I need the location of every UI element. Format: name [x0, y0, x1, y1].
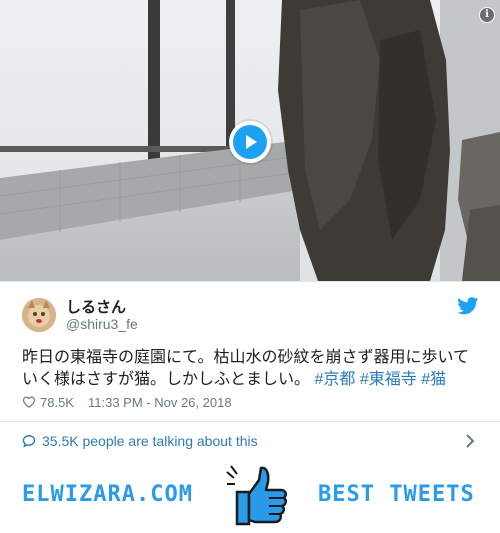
hashtag-cat[interactable]: #猫	[421, 371, 446, 388]
chevron-right-icon	[466, 434, 475, 448]
play-icon-circle	[233, 125, 267, 159]
brand-right-text: BEST TWEETS	[318, 482, 475, 507]
play-icon	[246, 135, 257, 149]
twitter-bird-icon[interactable]	[457, 297, 479, 315]
conversation-link[interactable]: 35.5K people are talking about this	[0, 421, 500, 461]
info-icon[interactable]: i	[479, 7, 495, 23]
display-name[interactable]: しるさん	[66, 296, 126, 317]
speech-bubble-icon	[22, 435, 36, 448]
hashtag-tofukuji[interactable]: #東福寺	[360, 371, 417, 388]
play-button[interactable]	[229, 121, 271, 163]
avatar[interactable]	[22, 298, 56, 332]
heart-icon[interactable]	[22, 396, 36, 408]
talking-label[interactable]: 35.5K people are talking about this	[42, 433, 258, 449]
tweet-text: 昨日の東福寺の庭園にて。枯山水の砂紋を崩さず器用に歩いていく様はさすが猫。しかし…	[22, 347, 484, 391]
tweet-video[interactable]: i	[0, 0, 500, 281]
like-count[interactable]: 78.5K	[40, 395, 74, 410]
brand-banner: ELWIZARA.COM BEST TWEETS	[0, 460, 500, 533]
tweet-timestamp[interactable]: 11:33 PM - Nov 26, 2018	[88, 395, 232, 410]
user-handle[interactable]: @shiru3_fe	[66, 316, 138, 332]
tweet-meta: 78.5K 11:33 PM - Nov 26, 2018	[22, 395, 232, 410]
hashtag-kyoto[interactable]: #京都	[314, 371, 355, 388]
tweet-body: しるさん @shiru3_fe 昨日の東福寺の庭園にて。枯山水の砂紋を崩さず器用…	[0, 281, 500, 422]
brand-left-text: ELWIZARA.COM	[22, 482, 193, 507]
embedded-tweet-card: i しるさん @shiru3_fe 昨日の東福寺の庭園にて。枯山水の砂紋を崩さず…	[0, 0, 500, 533]
thumbs-up-icon	[226, 465, 287, 526]
avatar-image	[22, 298, 56, 332]
